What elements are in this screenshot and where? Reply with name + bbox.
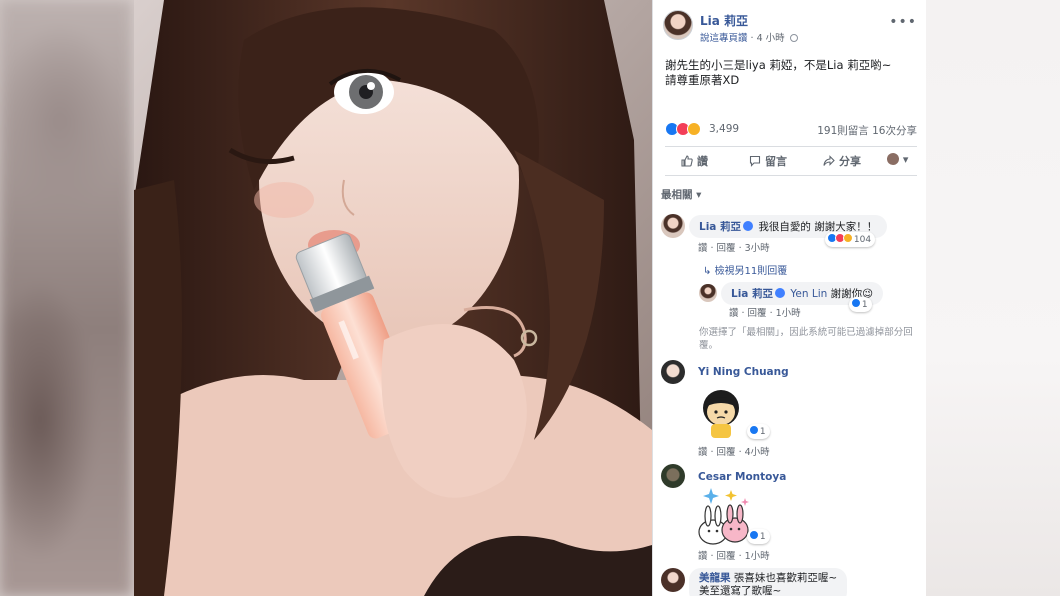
like-mini-icon xyxy=(749,530,759,540)
haha-mini-icon xyxy=(843,233,853,243)
share-arrow-icon xyxy=(823,155,835,166)
author-name[interactable]: Lia 莉亞 xyxy=(700,12,748,29)
post-text: 謝先生的小三是liya 莉婭，不是Lia 莉亞喲~ 請尊重原著XD xyxy=(665,58,917,88)
comment-actions[interactable]: 讚 · 回覆 · 1小時 xyxy=(698,548,770,562)
like-button[interactable]: 讚 xyxy=(681,153,708,169)
post-panel: Lia 莉亞 說這專頁讚 · 4 小時 ••• 謝先生的小三是liya 莉婭，不… xyxy=(652,0,926,596)
reaction-icons[interactable] xyxy=(665,122,707,137)
reaction-count[interactable]: 3,499 xyxy=(709,123,739,135)
action-bar: 讚 留言 分享 ▾ xyxy=(665,146,917,176)
commenter-name[interactable]: Lia 莉亞 xyxy=(699,221,741,233)
viewer-avatar xyxy=(887,153,899,165)
post-as-selector[interactable]: ▾ xyxy=(887,153,908,166)
comment-reaction-count: 1 xyxy=(759,427,766,437)
comment-actions[interactable]: 讚 · 回覆 · 3小時 xyxy=(698,240,770,254)
verified-badge-icon xyxy=(775,288,786,298)
globe-icon xyxy=(789,34,798,42)
like-mini-icon xyxy=(749,425,759,435)
comments-shares-count[interactable]: 191則留言 16次分享 xyxy=(817,123,917,138)
reply-reactions[interactable]: 1 xyxy=(849,297,872,312)
more-options-icon[interactable]: ••• xyxy=(889,14,917,30)
thumbs-up-icon xyxy=(681,155,693,167)
post-meta: 說這專頁讚 · 4 小時 xyxy=(700,30,798,44)
chevron-down-icon: ▾ xyxy=(902,153,909,166)
comment-button[interactable]: 留言 xyxy=(749,153,787,169)
comment-sort-dropdown[interactable]: 最相關 ▾ xyxy=(661,187,701,202)
post-photo[interactable] xyxy=(134,0,652,596)
commenter-name[interactable]: Cesar Montoya xyxy=(698,471,786,483)
share-label: 分享 xyxy=(839,155,861,168)
like-page-link[interactable]: 說這專頁讚 xyxy=(700,33,748,44)
author-avatar[interactable] xyxy=(663,10,693,40)
comment-reactions[interactable]: 104 xyxy=(825,232,876,247)
comment-reactions[interactable]: 1 xyxy=(747,529,770,544)
comment-actions[interactable]: 讚 · 回覆 · 4小時 xyxy=(698,444,770,458)
post-time[interactable]: 4 小時 xyxy=(757,33,785,44)
reaction-summary: 3,499 191則留言 16次分享 xyxy=(665,121,917,139)
comment-label: 留言 xyxy=(765,155,787,168)
like-label: 讚 xyxy=(697,155,708,168)
comment-text-line-2: 美至還寫了歌喔~ xyxy=(699,585,782,596)
mention-link[interactable]: Yen Lin xyxy=(790,288,827,300)
comment-reaction-count: 1 xyxy=(759,532,766,542)
commenter-avatar[interactable] xyxy=(661,464,685,488)
commenter-name[interactable]: 美龍果 xyxy=(699,572,731,584)
photo-illustration xyxy=(134,0,652,596)
reply-arrow-icon: ↳ xyxy=(703,266,715,277)
reply-author-name[interactable]: Lia 莉亞 xyxy=(731,288,773,300)
haha-reaction-icon xyxy=(687,122,701,136)
comment-bubble: 美龍果 張喜妹也喜歡莉亞喔~ 美至還寫了歌喔~ xyxy=(689,568,848,596)
post-text-line-2: 請尊重原著XD xyxy=(665,73,740,87)
view-more-replies-link[interactable]: ↳ 檢視另11則回覆 xyxy=(703,262,787,277)
blurred-background-right xyxy=(925,0,1060,596)
post-text-line-1: 謝先生的小三是liya 莉婭，不是Lia 莉亞喲~ xyxy=(665,58,892,72)
comment-reactions[interactable]: 1 xyxy=(747,424,770,439)
filter-note: 你選擇了「最相關」，因此系統可能已過濾掉部分回覆。 xyxy=(699,327,913,351)
reply-author-avatar[interactable] xyxy=(699,284,717,302)
commenter-avatar[interactable] xyxy=(661,214,685,238)
comment-icon xyxy=(749,155,761,167)
commenter-avatar[interactable] xyxy=(661,360,685,384)
bunny-sticker-icon[interactable] xyxy=(691,486,755,546)
post-header: Lia 莉亞 說這專頁讚 · 4 小時 ••• xyxy=(663,8,921,44)
comment-text: 張喜妹也喜歡莉亞喔~ xyxy=(733,572,838,584)
girl-sticker-icon[interactable] xyxy=(697,388,745,440)
share-button[interactable]: 分享 xyxy=(823,153,861,169)
commenter-avatar[interactable] xyxy=(661,568,685,592)
like-mini-icon xyxy=(851,298,861,308)
reply-reaction-count: 1 xyxy=(861,300,868,310)
verified-badge-icon xyxy=(743,221,754,231)
view-more-label: 檢視另11則回覆 xyxy=(714,266,788,277)
commenter-name[interactable]: Yi Ning Chuang xyxy=(698,366,789,378)
blurred-background-left xyxy=(0,0,132,596)
comment-reaction-count: 104 xyxy=(853,235,872,245)
reply-actions[interactable]: 讚 · 回覆 · 1小時 xyxy=(729,305,801,319)
